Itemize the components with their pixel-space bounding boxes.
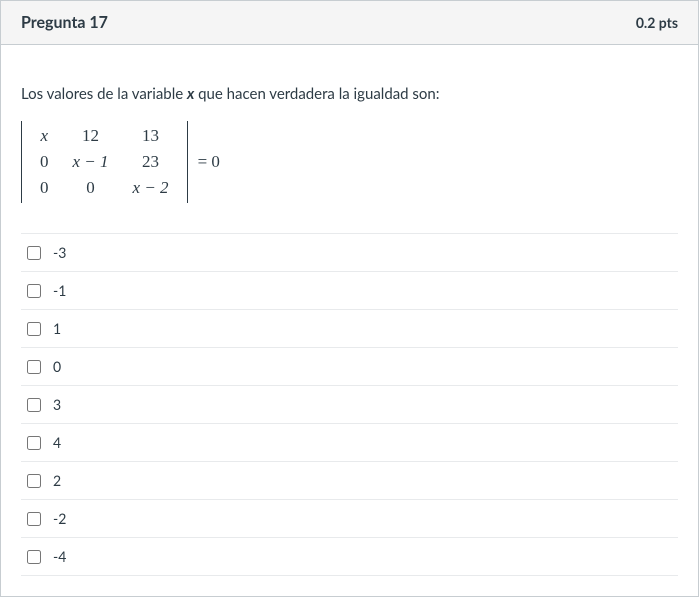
answer-option[interactable]: -1 — [21, 272, 678, 310]
answer-checkbox[interactable] — [27, 360, 41, 374]
answer-label: 2 — [53, 472, 61, 489]
answer-option[interactable]: 1 — [21, 310, 678, 348]
answer-checkbox[interactable] — [27, 550, 41, 564]
question-prompt: Los valores de la variable x que hacen v… — [21, 85, 678, 103]
matrix-cell: x — [28, 123, 61, 149]
answer-label: -3 — [53, 244, 66, 261]
matrix-cell: 0 — [28, 175, 61, 201]
answer-checkbox[interactable] — [27, 474, 41, 488]
equation-rhs: = 0 — [198, 152, 220, 172]
answer-checkbox[interactable] — [27, 322, 41, 336]
matrix: x 12 13 0 x − 1 23 0 0 x − 2 — [28, 123, 181, 201]
answer-label: 1 — [53, 320, 61, 337]
answer-checkbox[interactable] — [27, 512, 41, 526]
prompt-text-before: Los valores de la variable — [21, 85, 187, 103]
matrix-cell: 23 — [121, 149, 181, 175]
answer-label: -4 — [53, 548, 66, 565]
answer-option[interactable]: -2 — [21, 500, 678, 538]
matrix-cell: x − 2 — [121, 175, 181, 201]
answer-checkbox[interactable] — [27, 284, 41, 298]
question-title: Pregunta 17 — [21, 13, 108, 32]
determinant: x 12 13 0 x − 1 23 0 0 x − 2 — [21, 121, 188, 203]
question-points: 0.2 pts — [636, 14, 678, 31]
answer-label: 3 — [53, 396, 61, 413]
answer-option[interactable]: -4 — [21, 538, 678, 576]
question-card: Pregunta 17 0.2 pts Los valores de la va… — [0, 0, 699, 597]
answer-checkbox[interactable] — [27, 436, 41, 450]
answer-option[interactable]: 2 — [21, 462, 678, 500]
matrix-cell: 0 — [28, 149, 61, 175]
matrix-cell: x − 1 — [61, 149, 121, 175]
answer-label: -1 — [53, 282, 66, 299]
answer-option[interactable]: 4 — [21, 424, 678, 462]
question-body: Los valores de la variable x que hacen v… — [1, 45, 698, 596]
answer-list: -3 -1 1 0 3 4 — [21, 233, 678, 576]
matrix-cell: 0 — [61, 175, 121, 201]
matrix-cell: 13 — [121, 123, 181, 149]
question-header: Pregunta 17 0.2 pts — [1, 1, 698, 45]
answer-label: 0 — [53, 358, 61, 375]
matrix-cell: 12 — [61, 123, 121, 149]
answer-checkbox[interactable] — [27, 398, 41, 412]
answer-checkbox[interactable] — [27, 246, 41, 260]
answer-option[interactable]: -3 — [21, 234, 678, 272]
answer-option[interactable]: 3 — [21, 386, 678, 424]
answer-label: 4 — [53, 434, 61, 451]
answer-label: -2 — [53, 510, 66, 527]
equation: x 12 13 0 x − 1 23 0 0 x − 2 — [21, 121, 678, 203]
answer-option[interactable]: 0 — [21, 348, 678, 386]
prompt-text-after: que hacen verdadera la igualdad son: — [194, 85, 439, 103]
